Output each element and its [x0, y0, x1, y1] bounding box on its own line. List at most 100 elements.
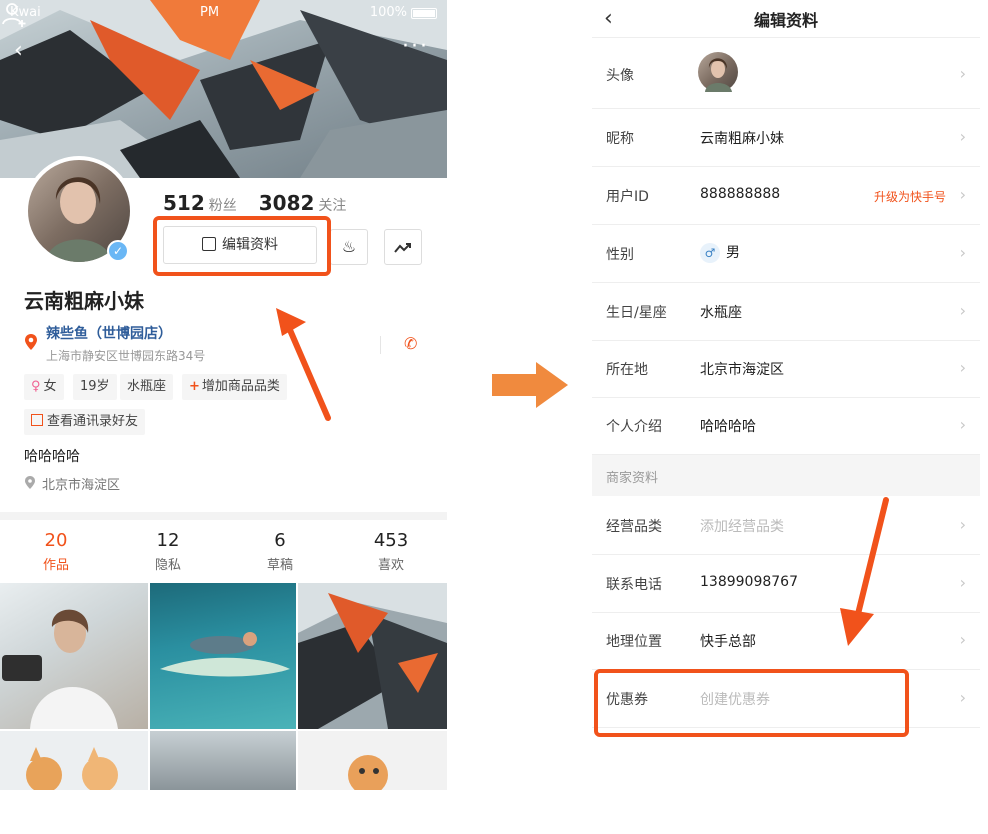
verified-icon: ✓	[107, 240, 129, 262]
row-nickname[interactable]: 昵称 云南粗麻小妹 ›	[592, 110, 980, 167]
row-avatar-key: 头像	[606, 68, 634, 84]
chevron-right-icon: ›	[959, 64, 966, 83]
following-count[interactable]: 3082	[259, 191, 315, 215]
contacts-icon	[31, 414, 43, 426]
phone-icon[interactable]: ✆	[404, 334, 417, 353]
row-gender[interactable]: 性别 ♂ 男 ›	[592, 226, 980, 283]
row-user-id-value: 888888888	[700, 186, 781, 202]
tab-works-label: 作品	[42, 558, 69, 573]
bio-text: 哈哈哈哈	[24, 449, 80, 465]
followers-count[interactable]: 512	[163, 191, 205, 215]
chevron-right-icon: ›	[959, 243, 966, 262]
gender-tag-label: 女	[43, 379, 57, 394]
row-gender-value-wrap: ♂ 男	[700, 242, 740, 263]
row-phone[interactable]: 联系电话 13899098767 ›	[592, 556, 980, 613]
coupon-row-highlight	[594, 669, 909, 737]
fire-button[interactable]: ♨	[330, 229, 368, 265]
battery-percent: 100%	[369, 5, 407, 20]
cover-image: Kwai PM 100% ‹ ···	[0, 0, 447, 178]
pointer-arrow-down-icon	[840, 497, 889, 646]
more-icon[interactable]: ···	[402, 34, 429, 59]
nav-bar: ‹ 编辑资料	[592, 0, 980, 38]
contacts-tag[interactable]: 查看通讯录好友	[24, 409, 146, 435]
tutorial-canvas: Kwai PM 100% ‹ ··· ✓ 512 粉丝 3082 关注 编辑资料…	[0, 0, 988, 834]
battery-icon	[411, 8, 437, 19]
clock-label: PM	[200, 5, 220, 20]
tab-private-count: 12	[156, 530, 180, 551]
tab-likes-count: 453	[373, 530, 409, 551]
chevron-right-icon: ›	[959, 688, 966, 707]
trend-button[interactable]	[384, 229, 422, 265]
grid-thumbnail[interactable]	[150, 583, 296, 729]
male-icon: ♂	[700, 243, 720, 263]
row-category-key: 经营品类	[606, 519, 662, 535]
grid-thumbnail[interactable]	[0, 731, 148, 790]
tab-works[interactable]: 20 作品	[0, 530, 112, 573]
row-location[interactable]: 所在地 北京市海淀区 ›	[592, 341, 980, 398]
grid-thumbnail[interactable]	[298, 731, 447, 790]
row-geo-key: 地理位置	[606, 634, 662, 650]
content-tabs: 20 作品 12 隐私 6 草稿 453 喜欢	[0, 512, 447, 580]
fire-icon: ♨	[341, 237, 357, 256]
tab-likes[interactable]: 453 喜欢	[335, 530, 447, 573]
row-user-id-key: 用户ID	[606, 189, 649, 205]
row-avatar[interactable]: 头像 ›	[592, 39, 980, 109]
followers-label[interactable]: 粉丝	[209, 198, 237, 214]
grid-thumbnail[interactable]	[0, 583, 148, 729]
chevron-right-icon: ›	[959, 358, 966, 377]
shop-name-link[interactable]: 辣些鱼（世博园店）	[46, 323, 172, 343]
chevron-right-icon: ›	[959, 630, 966, 649]
upgrade-id-link[interactable]: 升级为快手号	[874, 188, 946, 205]
city-pin-icon	[25, 476, 35, 489]
profile-name: 云南粗麻小妹	[24, 289, 144, 313]
row-geo-location[interactable]: 地理位置 快手总部 ›	[592, 613, 980, 670]
tab-private-label: 隐私	[154, 558, 181, 573]
chevron-right-icon: ›	[959, 415, 966, 434]
row-location-value: 北京市海淀区	[700, 362, 784, 378]
grid-thumbnail[interactable]	[298, 583, 447, 729]
row-intro-value: 哈哈哈哈	[700, 419, 756, 435]
row-phone-value: 13899098767	[700, 574, 798, 590]
female-icon: ♀	[31, 379, 41, 394]
back-icon[interactable]: ‹	[14, 38, 38, 63]
edit-button-highlight	[153, 216, 331, 276]
tab-drafts-label: 草稿	[266, 558, 293, 573]
location-pin-icon	[25, 334, 37, 350]
following-label[interactable]: 关注	[318, 198, 346, 214]
chevron-right-icon: ›	[959, 185, 966, 204]
row-nickname-value: 云南粗麻小妹	[700, 131, 784, 147]
add-friend-icon[interactable]	[0, 0, 28, 28]
chevron-right-icon: ›	[959, 301, 966, 320]
grid-thumbnail[interactable]	[150, 731, 296, 790]
row-intro-key: 个人介绍	[606, 419, 662, 435]
row-intro[interactable]: 个人介绍 哈哈哈哈 ›	[592, 398, 980, 455]
follow-stats: 512 粉丝 3082 关注	[163, 191, 368, 215]
row-location-key: 所在地	[606, 362, 648, 378]
merchant-section-header: 商家资料	[592, 455, 980, 496]
pointer-arrow-up-icon	[276, 308, 331, 421]
tab-private[interactable]: 12 隐私	[112, 530, 224, 573]
chevron-right-icon: ›	[959, 127, 966, 146]
page-title: 编辑资料	[753, 11, 818, 30]
zodiac-tag: 水瓶座	[120, 374, 174, 400]
status-bar: Kwai PM 100%	[0, 0, 447, 26]
row-gender-key: 性别	[606, 247, 634, 263]
avatar-thumb	[698, 52, 738, 92]
row-birthday[interactable]: 生日/星座 水瓶座 ›	[592, 284, 980, 341]
tab-works-count: 20	[44, 530, 68, 551]
row-gender-value: 男	[726, 245, 740, 261]
city-text: 北京市海淀区	[42, 478, 121, 493]
row-nickname-key: 昵称	[606, 131, 634, 147]
row-phone-key: 联系电话	[606, 577, 662, 593]
age-tag: 19岁	[73, 374, 117, 400]
row-category-placeholder: 添加经营品类	[700, 519, 784, 535]
row-birthday-key: 生日/星座	[606, 305, 667, 321]
divider	[380, 336, 381, 354]
works-grid	[0, 583, 447, 790]
chevron-right-icon: ›	[959, 573, 966, 592]
plus-icon: +	[189, 379, 200, 394]
row-category[interactable]: 经营品类 添加经营品类 ›	[592, 498, 980, 555]
tab-drafts[interactable]: 6 草稿	[224, 530, 336, 573]
row-user-id[interactable]: 用户ID 888888888 升级为快手号 ›	[592, 168, 980, 225]
row-birthday-value: 水瓶座	[700, 305, 742, 321]
